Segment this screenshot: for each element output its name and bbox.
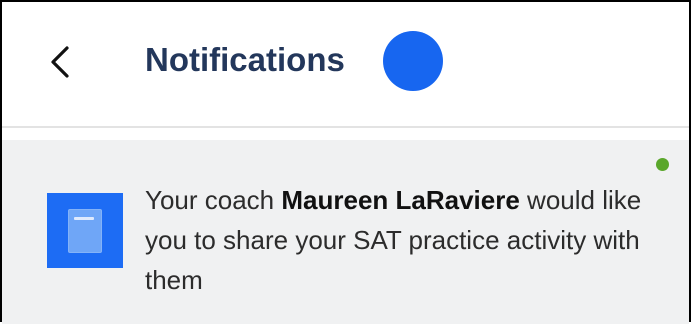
notification-item[interactable]: Your coach Maureen LaRaviere would like …	[2, 140, 689, 324]
back-button[interactable]	[40, 40, 80, 84]
notifications-header: Notifications	[2, 2, 689, 128]
notification-indicator	[383, 31, 443, 91]
chevron-left-icon	[51, 46, 69, 78]
page-title: Notifications	[145, 41, 345, 78]
coach-name: Maureen LaRaviere	[281, 185, 520, 215]
document-icon	[47, 193, 123, 268]
document-line	[74, 216, 94, 220]
notification-text-prefix: Your coach	[145, 185, 282, 215]
notifications-panel: Notifications Your coach Maureen LaRavie…	[0, 0, 691, 324]
document-page-icon	[68, 208, 102, 253]
notification-message: Your coach Maureen LaRaviere would like …	[145, 180, 655, 300]
unread-dot	[656, 158, 669, 171]
